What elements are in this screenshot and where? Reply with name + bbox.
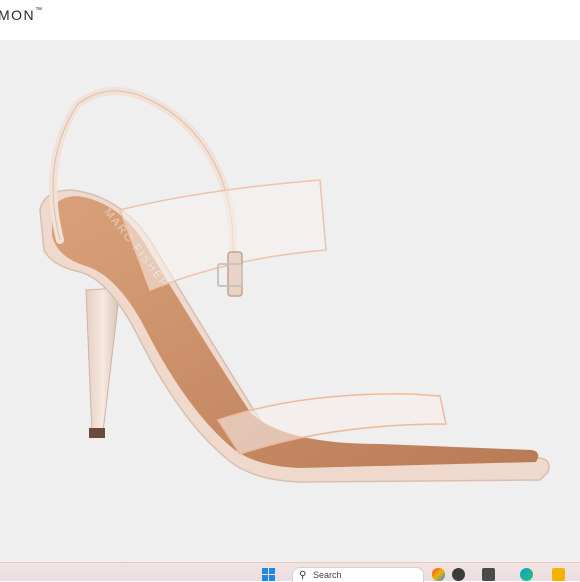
- buckle: [227, 251, 243, 297]
- edge-icon[interactable]: [520, 568, 533, 581]
- brand-logo[interactable]: MON™: [0, 7, 42, 23]
- upper-clear-strap: [119, 179, 327, 291]
- product-photo: MARC FISHER: [0, 40, 580, 562]
- folder-icon[interactable]: [552, 568, 565, 581]
- task-view-icon[interactable]: [482, 568, 495, 581]
- dark-app-icon[interactable]: [452, 568, 465, 581]
- sandal-illustration: MARC FISHER: [39, 86, 550, 483]
- browser-icon[interactable]: [432, 568, 445, 581]
- heel-tip: [89, 428, 105, 438]
- heel: [85, 287, 121, 435]
- windows-start-icon[interactable]: [262, 568, 275, 581]
- page-header: MON™: [0, 0, 580, 40]
- search-icon: ⚲: [299, 570, 307, 581]
- os-taskbar: ⚲ Search: [0, 562, 580, 582]
